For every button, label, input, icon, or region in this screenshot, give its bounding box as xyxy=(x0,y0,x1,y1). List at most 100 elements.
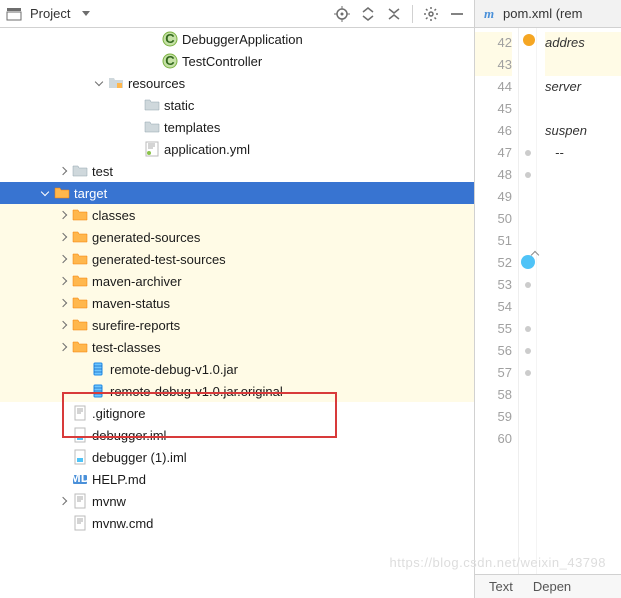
chevron-icon[interactable] xyxy=(59,233,67,241)
footer-text[interactable]: Text xyxy=(489,579,513,594)
project-icon xyxy=(6,6,22,22)
tree-row-target[interactable]: target xyxy=(0,182,474,204)
code-line[interactable] xyxy=(545,208,621,230)
tree-row-test[interactable]: test xyxy=(0,160,474,182)
project-tree[interactable]: CDebuggerApplicationCTestControllerresou… xyxy=(0,28,474,598)
code-line[interactable] xyxy=(545,406,621,428)
tree-label: debugger.iml xyxy=(92,428,166,443)
maven-icon: m xyxy=(481,6,497,22)
tree-label: generated-sources xyxy=(92,230,200,245)
tree-row-remote-debug-v1-0-jar[interactable]: remote-debug-v1.0.jar xyxy=(0,358,474,380)
folder-orange-icon xyxy=(72,207,88,223)
run-marker-icon[interactable] xyxy=(521,255,535,269)
folder-icon xyxy=(72,163,88,179)
code-line[interactable] xyxy=(545,296,621,318)
code-line[interactable]: addres xyxy=(545,32,621,54)
code-line[interactable] xyxy=(545,230,621,252)
line-number: 48 xyxy=(475,164,512,186)
code-line[interactable] xyxy=(545,54,621,76)
tree-row-generated-test-sources[interactable]: generated-test-sources xyxy=(0,248,474,270)
hide-icon[interactable] xyxy=(446,3,468,25)
line-number: 47 xyxy=(475,142,512,164)
bulb-icon[interactable] xyxy=(523,34,535,46)
chevron-icon[interactable] xyxy=(95,77,103,85)
tree-label: HELP.md xyxy=(92,472,146,487)
tree-row-templates[interactable]: templates xyxy=(0,116,474,138)
code-line[interactable]: server xyxy=(545,76,621,98)
chevron-icon[interactable] xyxy=(41,187,49,195)
editor-filename: pom.xml (rem xyxy=(503,6,582,21)
code-line[interactable] xyxy=(545,318,621,340)
tree-row-test-classes[interactable]: test-classes xyxy=(0,336,474,358)
settings-icon[interactable] xyxy=(420,3,442,25)
code-area[interactable]: addres server suspen-- xyxy=(537,28,621,574)
tree-row--gitignore[interactable]: .gitignore xyxy=(0,402,474,424)
code-line[interactable] xyxy=(545,98,621,120)
chevron-icon[interactable] xyxy=(59,277,67,285)
chevron-icon[interactable] xyxy=(59,321,67,329)
editor-pane[interactable]: 42434445464748495051525354555657585960 a… xyxy=(475,28,621,574)
code-line[interactable] xyxy=(545,274,621,296)
tree-row-remote-debug-v1-0-jar-original[interactable]: remote-debug-v1.0.jar.original xyxy=(0,380,474,402)
fold-dot-icon[interactable] xyxy=(525,282,531,288)
code-line[interactable] xyxy=(545,428,621,450)
chevron-icon[interactable] xyxy=(59,211,67,219)
tree-row-application-yml[interactable]: application.yml xyxy=(0,138,474,160)
folder-orange-icon xyxy=(72,229,88,245)
fold-dot-icon[interactable] xyxy=(525,150,531,156)
line-number: 52 xyxy=(475,252,512,274)
code-line[interactable]: -- xyxy=(545,142,621,164)
folder-icon xyxy=(144,119,160,135)
collapse-icon[interactable] xyxy=(383,3,405,25)
tree-label: remote-debug-v1.0.jar xyxy=(110,362,238,377)
fold-dot-icon[interactable] xyxy=(525,370,531,376)
code-line[interactable] xyxy=(545,252,621,274)
code-line[interactable] xyxy=(545,340,621,362)
tree-row-resources[interactable]: resources xyxy=(0,72,474,94)
tree-row-debuggerapplication[interactable]: CDebuggerApplication xyxy=(0,28,474,50)
chevron-icon[interactable] xyxy=(59,167,67,175)
code-line[interactable] xyxy=(545,186,621,208)
tree-label: test-classes xyxy=(92,340,161,355)
tree-label: DebuggerApplication xyxy=(182,32,303,47)
tree-row-maven-archiver[interactable]: maven-archiver xyxy=(0,270,474,292)
tree-row-classes[interactable]: classes xyxy=(0,204,474,226)
code-line[interactable]: suspen xyxy=(545,120,621,142)
line-number: 50 xyxy=(475,208,512,230)
fold-dot-icon[interactable] xyxy=(525,172,531,178)
editor-tab[interactable]: m pom.xml (rem xyxy=(475,0,621,28)
chevron-icon[interactable] xyxy=(59,343,67,351)
project-dropdown-icon[interactable] xyxy=(82,11,90,16)
tree-row-maven-status[interactable]: maven-status xyxy=(0,292,474,314)
editor-margin xyxy=(519,28,537,574)
tree-row-help-md[interactable]: MD HELP.md xyxy=(0,468,474,490)
code-line[interactable] xyxy=(545,362,621,384)
tree-row-debugger--1--iml[interactable]: debugger (1).iml xyxy=(0,446,474,468)
folder-orange-icon xyxy=(72,273,88,289)
chevron-icon[interactable] xyxy=(59,299,67,307)
locate-icon[interactable] xyxy=(331,3,353,25)
chevron-icon[interactable] xyxy=(59,255,67,263)
project-title[interactable]: Project xyxy=(26,6,74,21)
footer-depen[interactable]: Depen xyxy=(533,579,571,594)
folder-res-icon xyxy=(108,75,124,91)
code-line[interactable] xyxy=(545,384,621,406)
tree-label: classes xyxy=(92,208,135,223)
code-line[interactable] xyxy=(545,164,621,186)
fold-dot-icon[interactable] xyxy=(525,348,531,354)
expand-icon[interactable] xyxy=(357,3,379,25)
line-number: 60 xyxy=(475,428,512,450)
line-number: 44 xyxy=(475,76,512,98)
fold-dot-icon[interactable] xyxy=(525,326,531,332)
tree-row-testcontroller[interactable]: CTestController xyxy=(0,50,474,72)
tree-row-surefire-reports[interactable]: surefire-reports xyxy=(0,314,474,336)
chevron-icon[interactable] xyxy=(59,497,67,505)
folder-orange-icon xyxy=(72,317,88,333)
tree-row-mvnw[interactable]: mvnw xyxy=(0,490,474,512)
tree-row-debugger-iml[interactable]: debugger.iml xyxy=(0,424,474,446)
tree-row-mvnw-cmd[interactable]: mvnw.cmd xyxy=(0,512,474,534)
tree-label: test xyxy=(92,164,113,179)
md-icon: MD xyxy=(72,471,88,487)
tree-row-static[interactable]: static xyxy=(0,94,474,116)
tree-row-generated-sources[interactable]: generated-sources xyxy=(0,226,474,248)
